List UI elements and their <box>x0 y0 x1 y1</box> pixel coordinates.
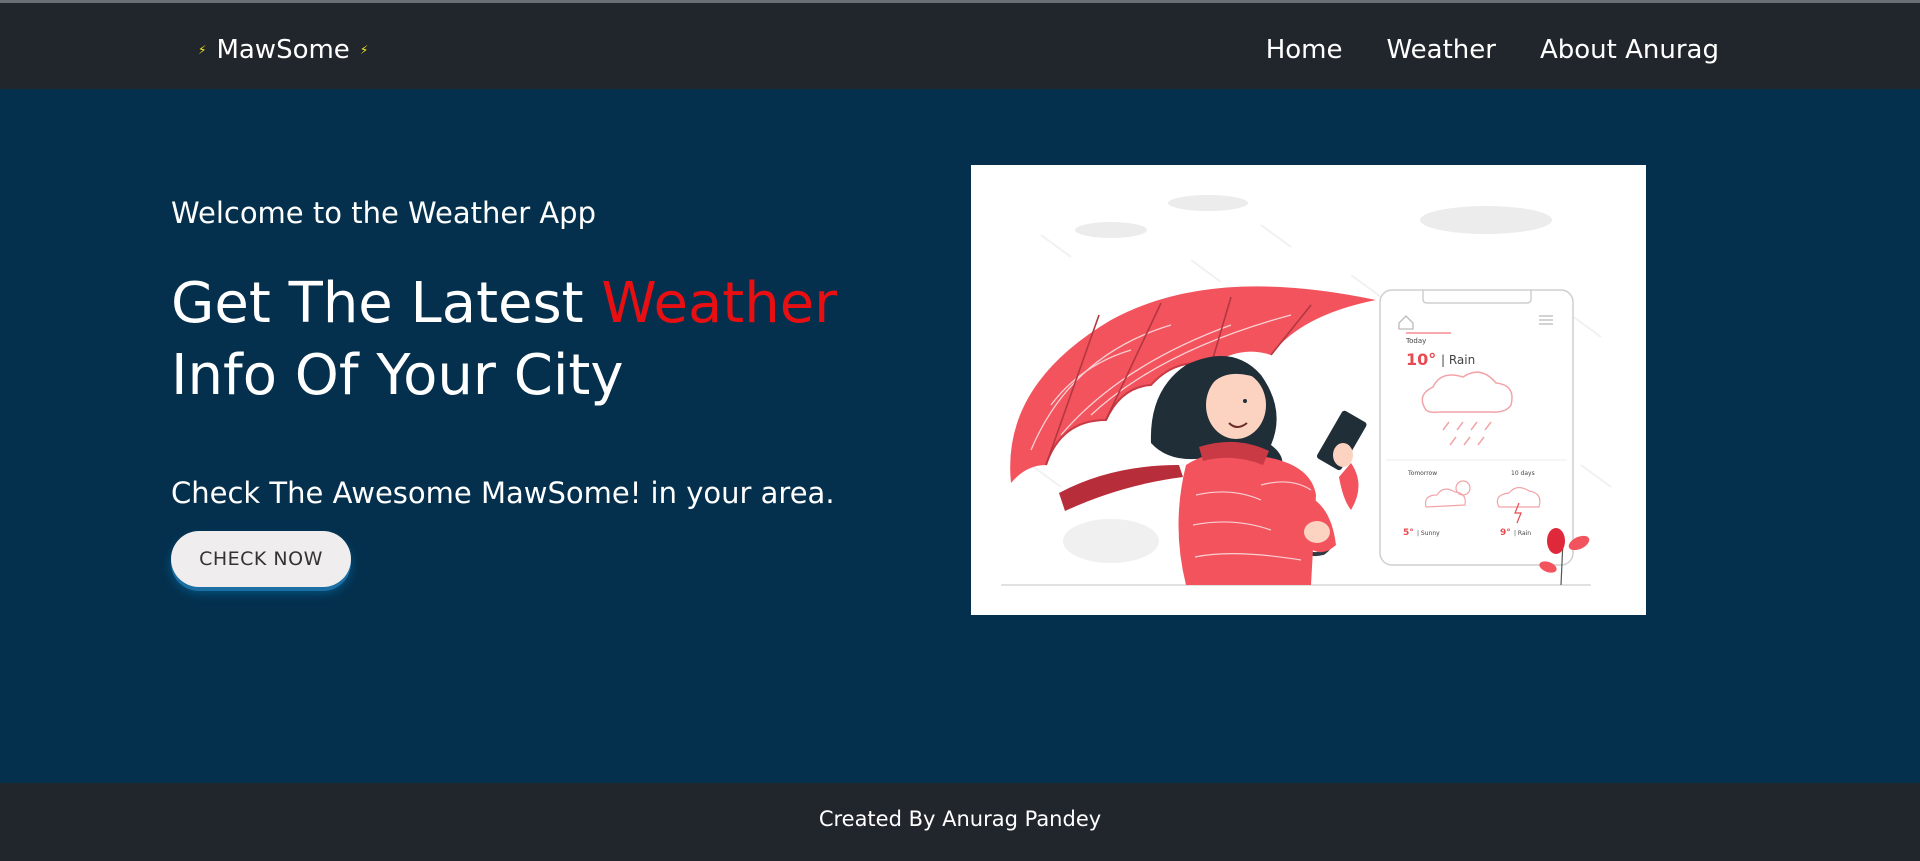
brand-logo[interactable]: ⚡ MawSome ⚡ <box>198 30 368 70</box>
phone-mockup: Today 10° | Rain Tomorrow 10 days 5° | S… <box>1379 289 1574 566</box>
nav-link-weather[interactable]: Weather <box>1387 35 1496 65</box>
brand-name[interactable]: MawSome <box>216 35 349 65</box>
hero-tagline: Check The Awesome MawSome! in your area. <box>171 476 835 510</box>
lightning-icon: ⚡ <box>198 43 207 57</box>
footer: Created By Anurag Pandey <box>0 783 1920 861</box>
phone-tomorrow-temp: 5° <box>1403 528 1414 538</box>
phone-today-temp: 10° <box>1406 350 1436 369</box>
nav-links: Home Weather About Anurag <box>1266 30 1719 70</box>
illustration-svg: Today 10° | Rain Tomorrow 10 days 5° | S… <box>1001 195 1612 586</box>
scarf-shape <box>1059 465 1183 511</box>
phone-tenday-label: 10 days <box>1511 470 1535 477</box>
footer-credit: Created By Anurag Pandey <box>818 807 1102 831</box>
navbar: ⚡ MawSome ⚡ Home Weather About Anurag <box>0 3 1920 89</box>
nav-link-home[interactable]: Home <box>1266 35 1343 65</box>
phone-today-label: Today <box>1405 337 1426 345</box>
weather-illustration: Today 10° | Rain Tomorrow 10 days 5° | S… <box>971 165 1646 615</box>
phone-tenday-cond: | Rain <box>1514 530 1531 537</box>
lightning-icon: ⚡ <box>359 43 369 57</box>
phone-tomorrow-label: Tomorrow <box>1407 470 1437 477</box>
phone-tenday-temp: 9° <box>1500 528 1511 538</box>
hero-title-part1: Get The Latest <box>171 271 602 336</box>
hero-subtitle: Welcome to the Weather App <box>171 196 596 230</box>
hero-title-accent: Weather <box>601 271 838 336</box>
phone-tomorrow-cond: | Sunny <box>1417 530 1440 537</box>
person-illustration <box>1150 356 1367 585</box>
hero-title: Get The Latest Weather Info Of Your City <box>171 268 891 412</box>
check-now-button[interactable]: CHECK NOW <box>171 531 351 587</box>
nav-link-about[interactable]: About Anurag <box>1540 35 1719 65</box>
phone-today-cond: | Rain <box>1441 353 1475 367</box>
cloud-icon <box>1075 195 1552 238</box>
bush-shape <box>1063 519 1159 563</box>
hero-title-part2: Info Of Your City <box>171 343 624 408</box>
